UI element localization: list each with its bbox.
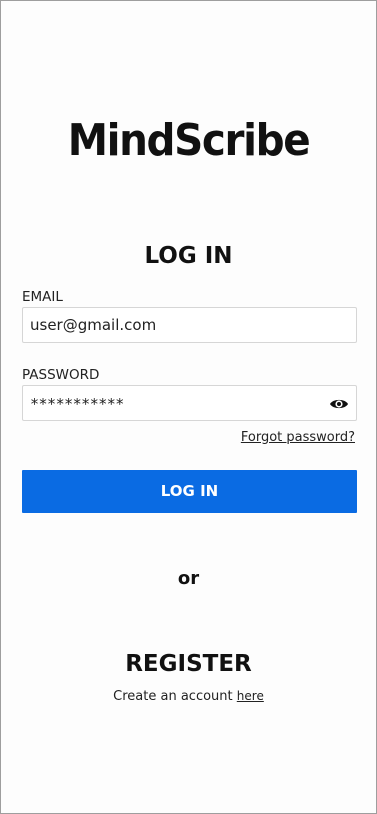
email-value: user@gmail.com	[30, 316, 157, 334]
email-label: EMAIL	[22, 289, 63, 305]
password-field[interactable]: ***********	[22, 385, 357, 421]
create-account-line: Create an account here	[1, 687, 376, 706]
or-separator: or	[177, 568, 200, 589]
login-screen: MindScribe LOG IN EMAIL user@gmail.com P…	[0, 0, 377, 814]
password-value: ***********	[30, 395, 124, 413]
login-button[interactable]: LOG IN	[22, 470, 357, 513]
eye-icon[interactable]	[329, 395, 349, 413]
app-logo: MindScribe	[67, 115, 311, 166]
create-account-text: Create an account	[113, 689, 233, 704]
email-field[interactable]: user@gmail.com	[22, 307, 357, 343]
forgot-password-link[interactable]: Forgot password?	[241, 429, 355, 447]
password-label: PASSWORD	[22, 367, 100, 383]
register-here-link[interactable]: here	[237, 689, 264, 703]
register-title: REGISTER	[125, 651, 252, 677]
login-title: LOG IN	[144, 243, 233, 269]
